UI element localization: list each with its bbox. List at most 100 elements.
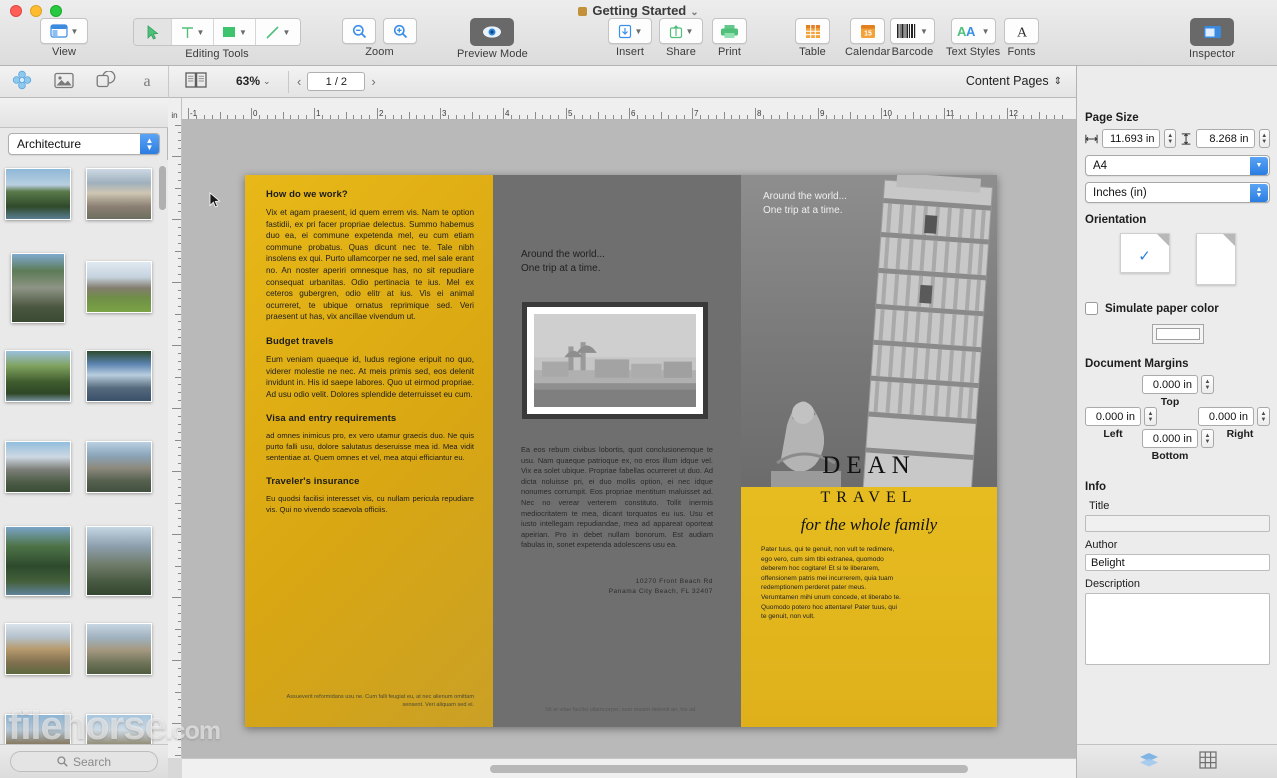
list-item[interactable] <box>86 350 152 402</box>
toolbar-group-share: ▼ Share <box>659 18 703 58</box>
letters-icon[interactable]: a <box>138 71 156 92</box>
scrollbar-thumb[interactable] <box>490 765 968 773</box>
text-styles-button[interactable]: AA ▼ <box>950 18 996 44</box>
view-button[interactable]: ▼ <box>40 18 88 44</box>
list-item[interactable] <box>86 623 152 675</box>
preview-mode-button[interactable] <box>470 18 515 46</box>
chevron-down-icon[interactable]: ▼ <box>71 27 79 36</box>
search-input[interactable]: Search <box>10 751 158 772</box>
margin-left-field[interactable]: 0.000 in <box>1085 407 1141 426</box>
margin-top-stepper[interactable]: ▲ ▼ <box>1201 375 1214 394</box>
margin-right-field[interactable]: 0.000 in <box>1198 407 1254 426</box>
library-tab-bar <box>0 98 168 128</box>
zoom-level-control[interactable]: 63% ⌄ <box>236 74 271 88</box>
updown-chevron-icon[interactable]: ▲ ▼ <box>140 134 159 154</box>
framed-photo[interactable] <box>522 302 708 419</box>
margin-top-field[interactable]: 0.000 in <box>1142 375 1198 394</box>
clipart-icon[interactable] <box>12 70 32 93</box>
text-tool-button[interactable]: ▼ <box>172 19 214 45</box>
simulate-paper-color-checkbox[interactable] <box>1085 302 1098 315</box>
shapes-icon[interactable] <box>96 70 116 92</box>
layers-icon[interactable] <box>1139 752 1159 771</box>
chevron-down-icon[interactable]: ⌄ <box>263 76 271 87</box>
chevron-down-icon[interactable]: ▼ <box>635 27 643 36</box>
page-height-field[interactable]: 8.268 in <box>1196 129 1255 148</box>
orientation-landscape-option[interactable]: ✓ <box>1119 233 1170 273</box>
document-canvas[interactable]: How do we work? Vix et agam praesent, id… <box>182 120 1076 758</box>
zoom-out-button[interactable] <box>342 18 376 44</box>
vertical-ruler[interactable] <box>168 120 182 758</box>
grid-icon[interactable] <box>1198 751 1217 772</box>
list-item[interactable] <box>86 261 152 313</box>
page-view-toggle[interactable] <box>185 71 207 92</box>
chevron-down-icon[interactable]: ▼ <box>239 28 247 37</box>
section-body: ad omnes inimicus pro, ex vero utamur gr… <box>266 431 474 462</box>
paper-color-well[interactable] <box>1151 324 1204 344</box>
page-width-stepper[interactable]: ▲ ▼ <box>1164 129 1176 148</box>
brochure-page[interactable]: How do we work? Vix et agam praesent, id… <box>245 175 997 727</box>
library-thumbnails[interactable] <box>0 160 168 778</box>
list-item[interactable] <box>86 526 152 596</box>
pointer-tool-button[interactable] <box>134 19 172 45</box>
horizontal-scrollbar[interactable] <box>182 758 1076 778</box>
shape-tool-button[interactable]: ▼ <box>214 19 256 45</box>
list-item[interactable] <box>11 253 65 323</box>
list-item[interactable] <box>5 168 71 220</box>
chevron-down-icon[interactable]: ▼ <box>197 28 205 37</box>
fonts-button[interactable]: A <box>1004 18 1039 44</box>
next-page-button[interactable]: › <box>371 74 375 89</box>
address-line-1: 10270 Front Beach Rd <box>635 578 713 585</box>
calendar-button[interactable]: 15 <box>850 18 886 44</box>
line-tool-button[interactable]: ▼ <box>256 19 300 45</box>
brochure-middle-panel[interactable]: Around the world... One trip at a time. <box>493 175 741 727</box>
list-item[interactable] <box>5 623 71 675</box>
chevron-down-icon[interactable]: ⌄ <box>690 7 698 18</box>
insert-button[interactable]: ▼ <box>608 18 652 44</box>
barcode-button[interactable]: ▼ <box>890 18 935 44</box>
library-scrollbar[interactable] <box>159 166 166 210</box>
ruler-unit-label: in <box>171 111 178 120</box>
horizontal-ruler[interactable]: -1 0 1 2 3 4 5 6 7 8 9 10 11 12 <box>168 98 1076 120</box>
margin-bottom-stepper[interactable]: ▲ ▼ <box>1201 429 1214 448</box>
simulate-paper-color-row[interactable]: Simulate paper color <box>1085 302 1270 315</box>
window-title[interactable]: Getting Started ⌄ <box>0 3 1277 18</box>
print-button[interactable] <box>712 18 747 44</box>
page-size-heading: Page Size <box>1085 112 1139 124</box>
list-item[interactable] <box>86 168 152 220</box>
list-item[interactable] <box>5 350 71 402</box>
collection-selector[interactable]: Architecture ▲ ▼ <box>8 133 160 155</box>
units-select[interactable]: Inches (in) ▲ ▼ <box>1085 182 1270 203</box>
list-item[interactable] <box>5 441 71 493</box>
zoom-in-button[interactable] <box>383 18 417 44</box>
page-number-field[interactable]: 1 / 2 <box>307 72 366 91</box>
margin-bottom-field[interactable]: 0.000 in <box>1142 429 1198 448</box>
title-field[interactable] <box>1085 515 1270 532</box>
table-button[interactable] <box>795 18 830 44</box>
updown-chevron-icon[interactable]: ⇕ <box>1054 76 1062 87</box>
list-item[interactable] <box>86 441 152 493</box>
chevron-down-icon[interactable]: ▼ <box>920 27 928 36</box>
chevron-down-icon[interactable]: ▼ <box>283 28 291 37</box>
share-button[interactable]: ▼ <box>659 18 703 44</box>
inspector-button[interactable] <box>1190 18 1235 46</box>
margin-left-stepper[interactable]: ▲ ▼ <box>1144 407 1157 426</box>
list-item[interactable] <box>5 526 71 596</box>
margin-right-stepper[interactable]: ▲ ▼ <box>1257 407 1270 426</box>
content-pages-selector[interactable]: Content Pages ⇕ <box>966 74 1062 88</box>
svg-text:a: a <box>143 73 150 89</box>
author-field[interactable]: Belight <box>1085 554 1270 571</box>
chevron-down-icon[interactable]: ▼ <box>686 27 694 36</box>
page-height-stepper[interactable]: ▲ ▼ <box>1258 129 1271 148</box>
brochure-left-panel[interactable]: How do we work? Vix et agam praesent, id… <box>245 175 493 727</box>
brochure-right-panel[interactable]: Around the world... One trip at a time. … <box>741 175 997 727</box>
previous-page-button[interactable]: ‹ <box>297 74 301 89</box>
page-width-field[interactable]: 11.693 in <box>1101 129 1161 148</box>
page-preset-select[interactable]: A4 ▼ <box>1085 155 1270 176</box>
chevron-down-icon[interactable]: ▼ <box>1250 157 1268 175</box>
chevron-down-icon[interactable]: ▼ <box>982 27 990 36</box>
updown-chevron-icon[interactable]: ▲ ▼ <box>1250 184 1268 202</box>
description-field[interactable] <box>1085 593 1270 665</box>
orientation-portrait-option[interactable] <box>1195 233 1236 285</box>
toolbar-group-editing-tools: ▼ ▼ ▼ Editing Tools <box>133 18 301 60</box>
image-icon[interactable] <box>54 72 74 92</box>
